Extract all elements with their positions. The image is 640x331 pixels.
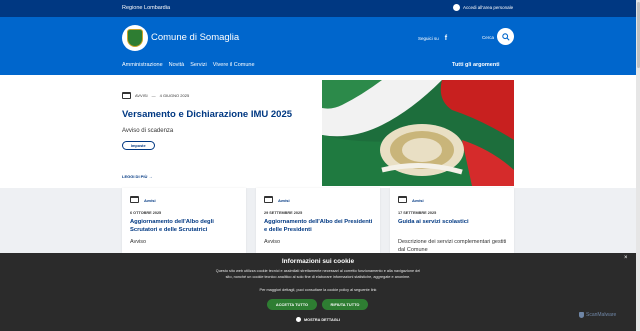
nav-item-servizi[interactable]: Servizi (190, 62, 207, 68)
municipality-logo[interactable] (122, 25, 148, 51)
accept-all-button[interactable]: ACCETTA TUTTO (267, 299, 317, 310)
news-card[interactable]: Avvisi 6 OTTOBRE 2025 Aggiornamento dell… (122, 188, 246, 253)
all-topics-link[interactable]: Tutti gli argomenti (452, 62, 500, 68)
calendar-icon (264, 196, 273, 203)
nav-item-amministrazione[interactable]: Amministrazione (122, 62, 163, 68)
shield-icon (579, 312, 584, 318)
page-scrollbar[interactable] (636, 0, 640, 331)
show-details-toggle[interactable]: MOSTRA DETTAGLI (0, 317, 636, 322)
cookie-banner: × Informazioni sui cookie Questo sito we… (0, 253, 636, 331)
gear-icon (295, 317, 301, 322)
read-more-label: LEGGI DI PIÙ (122, 174, 148, 179)
calendar-icon (122, 92, 131, 99)
card-date: 29 SETTEMBRE 2025 (264, 211, 303, 215)
card-category[interactable]: Avvisi (278, 198, 290, 203)
calendar-icon (398, 196, 407, 203)
calendar-icon (130, 196, 139, 203)
topic-chip[interactable]: Imposte (122, 141, 155, 150)
cookie-policy-link[interactable]: Per maggiori dettagli, puoi consultare l… (0, 288, 636, 292)
crest-icon (127, 29, 143, 47)
card-date: 6 OTTOBRE 2025 (130, 211, 162, 215)
personal-area-label: Accedi all'area personale (463, 5, 514, 10)
card-category[interactable]: Avvisi (144, 198, 156, 203)
news-cards: Avvisi 6 OTTOBRE 2025 Aggiornamento dell… (0, 188, 636, 253)
region-link[interactable]: Regione Lombardia (122, 5, 170, 11)
news-card[interactable]: Avvisi 29 SETTEMBRE 2025 Aggiornamento d… (256, 188, 380, 253)
hero-image-flag (322, 80, 514, 186)
search-button[interactable] (497, 28, 514, 45)
card-title[interactable]: Aggiornamento dell'Albo degli Scrutatori… (130, 218, 242, 234)
flag-illustration (322, 80, 514, 186)
search-label: Cerca (482, 35, 495, 40)
hero-date: 4 GIUGNO 2025 (159, 93, 190, 98)
cookie-title: Informazioni sui cookie (281, 258, 355, 265)
arrow-right-icon: → (148, 174, 153, 179)
hero-title[interactable]: Versamento e Dichiarazione IMU 2025 (122, 109, 292, 120)
card-description: Avviso (264, 239, 281, 245)
user-circle-icon (453, 4, 460, 11)
hero-news: AVVISI — 4 GIUGNO 2025 Versamento e Dich… (0, 75, 636, 188)
read-more-link[interactable]: LEGGI DI PIÙ → (122, 174, 152, 179)
watermark: ScanMalware (579, 312, 616, 318)
hero-separator: — (151, 93, 156, 98)
hero-category[interactable]: AVVISI (135, 93, 148, 98)
search-icon (501, 32, 510, 41)
news-card[interactable]: Avvisi 17 SETTEMBRE 2025 Guida ai serviz… (390, 188, 514, 253)
follow-label: Seguici su (418, 36, 439, 41)
nav-item-vivere-il-comune[interactable]: Vivere il Comune (213, 62, 255, 68)
scrollbar-thumb[interactable] (636, 2, 640, 68)
show-details-label: MOSTRA DETTAGLI (303, 317, 341, 322)
card-description: Descrizione dei servizi complementari ge… (398, 239, 507, 253)
cookie-text: Questo sito web utilizza cookie tecnici … (215, 269, 421, 280)
site-header: Comune di Somaglia Seguici su f Cerca Am… (0, 17, 636, 75)
reject-all-button[interactable]: RIFIUTA TUTTO (322, 299, 368, 310)
hero-meta: AVVISI — 4 GIUGNO 2025 (122, 92, 189, 99)
top-bar: Regione Lombardia Accedi all'area person… (0, 0, 636, 17)
card-date: 17 SETTEMBRE 2025 (398, 211, 437, 215)
facebook-icon[interactable]: f (445, 35, 447, 42)
site-title[interactable]: Comune di Somaglia (151, 32, 239, 43)
nav-item-novita[interactable]: Novità (169, 62, 185, 68)
card-title[interactable]: Aggiornamento dell'Albo dei Presidenti e… (264, 218, 376, 234)
personal-area-link[interactable]: Accedi all'area personale (453, 4, 513, 11)
watermark-label: ScanMalware (586, 312, 617, 318)
card-category[interactable]: Avvisi (412, 198, 424, 203)
social-follow: Seguici su f (418, 35, 447, 42)
hero-description: Avviso di scadenza (122, 128, 174, 134)
card-title[interactable]: Guida ai servizi scolastici (398, 218, 510, 226)
card-description: Avviso (130, 239, 147, 245)
main-nav: Amministrazione Novità Servizi Vivere il… (122, 62, 255, 68)
